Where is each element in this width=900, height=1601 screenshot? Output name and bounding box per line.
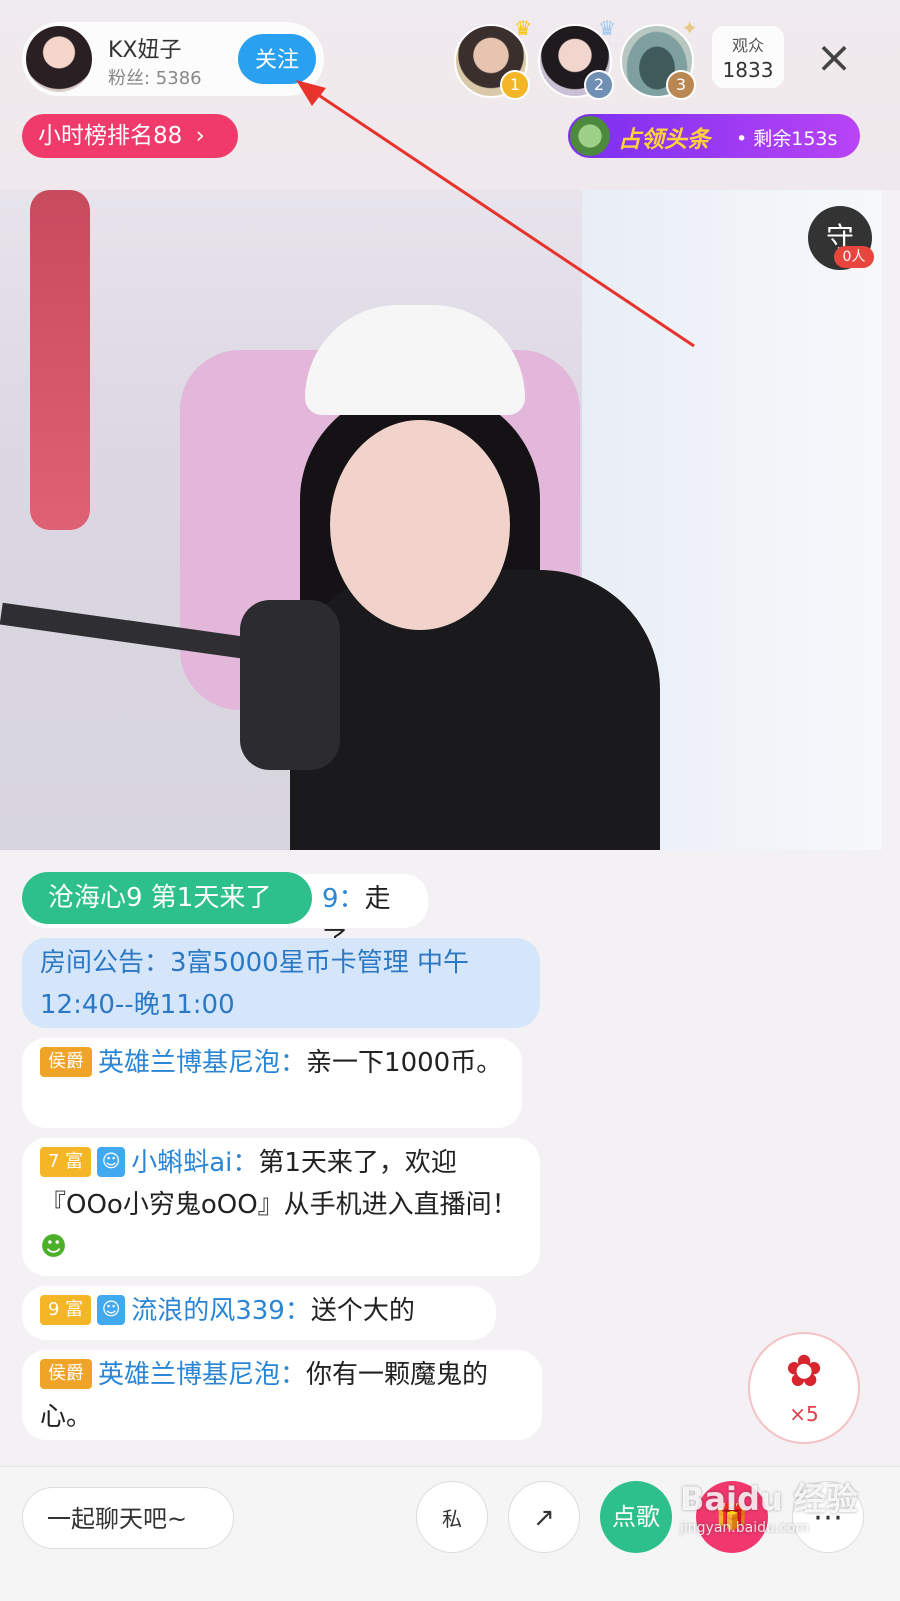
- host-fans-count: 粉丝: 5386: [108, 68, 202, 89]
- hour-rank-label: 小时榜排名88: [38, 123, 183, 149]
- video-body: [290, 570, 660, 850]
- video-decoration: [30, 190, 90, 530]
- viewer-number: 1833: [722, 58, 774, 82]
- rank-badge-1: 1: [500, 70, 530, 100]
- top-fan-avatar-3[interactable]: ✦ 3: [620, 16, 698, 100]
- rank-tag: 侯爵: [40, 1358, 92, 1389]
- follow-button[interactable]: 关注: [238, 34, 316, 84]
- crown-icon: ♛: [514, 16, 532, 40]
- chat-input[interactable]: 一起聊天吧~: [22, 1487, 234, 1549]
- chat-text: 亲一下1000币。: [306, 1048, 503, 1078]
- video-face: [330, 420, 510, 630]
- wealth-tag: 9 富: [40, 1294, 92, 1325]
- viewer-count[interactable]: 观众 1833: [712, 26, 784, 88]
- rose-count: ×5: [789, 1402, 819, 1426]
- chat-separator: ：: [284, 1296, 311, 1326]
- rank-badge-2: 2: [584, 70, 614, 100]
- viewer-label: 观众: [731, 36, 764, 55]
- song-request-label: 点歌: [612, 1503, 660, 1531]
- video-cap: [305, 305, 525, 415]
- hour-rank-badge[interactable]: 小时榜排名88 ›: [22, 114, 238, 158]
- chat-message: 侯爵 英雄兰博基尼泡：亲一下1000币。: [22, 1038, 522, 1128]
- share-icon[interactable]: ↗: [508, 1481, 580, 1553]
- crown-icon: ✦: [681, 16, 698, 40]
- wealth-tag: 7 富: [40, 1146, 92, 1177]
- song-request-button[interactable]: 点歌: [600, 1481, 672, 1553]
- host-avatar[interactable]: [26, 26, 92, 92]
- chat-text: 送个大的: [310, 1296, 415, 1326]
- chat-message: 7 富 ☺ 小蝌蚪ai：第1天来了，欢迎『OOo小穷鬼oOO』从手机进入直播间！ ☻: [22, 1138, 540, 1276]
- private-message-button[interactable]: 私: [416, 1481, 488, 1553]
- crown-icon: ♛: [598, 16, 616, 40]
- chat-message: 侯爵 英雄兰博基尼泡：你有一颗魔鬼的心。: [22, 1350, 542, 1440]
- room-announcement: 房间公告：3富5000星币卡管理 中午12:40--晚11:00: [22, 938, 540, 1028]
- close-icon[interactable]: ×: [812, 36, 856, 80]
- top-fan-avatar-1[interactable]: ♛ 1: [454, 16, 532, 100]
- emoji-icon: ☻: [40, 1232, 68, 1262]
- chat-message: 9 富 ☺ 流浪的风339：送个大的: [22, 1286, 496, 1340]
- watermark-text: Baidu 经验: [680, 1480, 858, 1518]
- host-name: KX妞子: [108, 38, 182, 63]
- video-microphone: [240, 600, 340, 770]
- chat-separator: ：: [338, 884, 365, 914]
- headline-remaining: • 剩余153s: [736, 128, 838, 150]
- rose-gift-button[interactable]: ✿ ×5: [748, 1332, 860, 1444]
- guard-count: 0人: [834, 246, 874, 268]
- chat-separator: ：: [232, 1148, 259, 1178]
- chevron-right-icon: ›: [195, 123, 205, 149]
- chat-user: 9: [322, 884, 339, 914]
- watermark-url: jingyan.baidu.com: [680, 1520, 810, 1536]
- chat-separator: ：: [280, 1360, 307, 1390]
- welcome-banner: 沧海心9 第1天来了: [22, 872, 312, 924]
- sticker-icon: [570, 116, 610, 156]
- live-video[interactable]: [0, 190, 882, 850]
- chat-user[interactable]: 流浪的风339: [131, 1296, 285, 1326]
- host-card[interactable]: KX妞子 粉丝: 5386 关注: [22, 22, 324, 96]
- rose-icon: ✿: [785, 1346, 823, 1397]
- private-message-label: 私: [442, 1507, 462, 1531]
- announcement-text: 房间公告：3富5000星币卡管理 中午12:40--晚11:00: [40, 948, 469, 1020]
- top-fan-avatar-2[interactable]: ♛ 2: [538, 16, 616, 100]
- chat-user[interactable]: 小蝌蚪ai: [131, 1148, 232, 1178]
- rank-tag: 侯爵: [40, 1046, 92, 1077]
- chat-separator: ：: [280, 1048, 307, 1078]
- rank-badge-3: 3: [666, 70, 696, 100]
- chat-user[interactable]: 英雄兰博基尼泡: [98, 1048, 280, 1078]
- baidu-watermark: Baidu 经验 jingyan.baidu.com: [680, 1474, 858, 1536]
- user-icon: ☺: [97, 1294, 126, 1325]
- headline-banner[interactable]: 占领头条 • 剩余153s: [568, 114, 860, 158]
- user-icon: ☺: [97, 1146, 126, 1177]
- chat-user[interactable]: 英雄兰博基尼泡: [98, 1360, 280, 1390]
- headline-title: 占领头条: [618, 127, 710, 153]
